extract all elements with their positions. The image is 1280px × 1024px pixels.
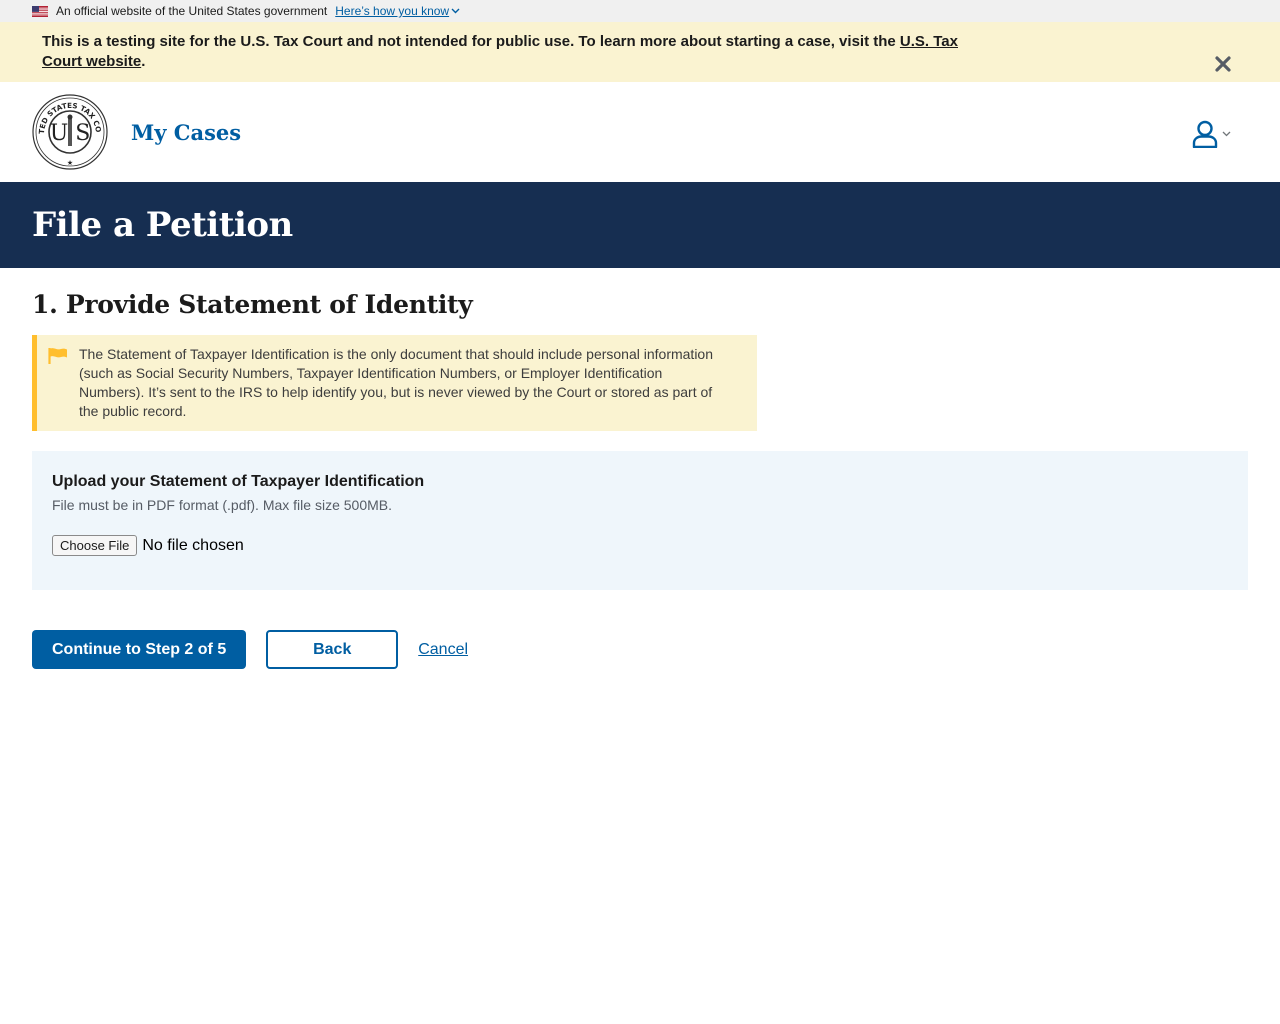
- close-alert-button[interactable]: [1213, 54, 1233, 74]
- warning-text: The Statement of Taxpayer Identification…: [79, 346, 714, 419]
- continue-button[interactable]: Continue to Step 2 of 5: [32, 630, 247, 669]
- page-title: File a Petition: [32, 205, 293, 245]
- chevron-down-icon: [451, 8, 460, 14]
- upload-label: Upload your Statement of Taxpayer Identi…: [52, 473, 425, 490]
- upload-hint: File must be in PDF format (.pdf). Max f…: [52, 497, 392, 513]
- heres-how-you-know-label: Here’s how you know: [335, 4, 450, 18]
- tax-court-seal-logo[interactable]: UNITED STATES TAX COURT U S ★: [32, 94, 108, 170]
- close-icon: [1215, 56, 1231, 72]
- identity-warning-alert: The Statement of Taxpayer Identification…: [32, 335, 757, 431]
- user-account-menu[interactable]: [1192, 120, 1231, 148]
- cancel-link[interactable]: Cancel: [418, 641, 468, 659]
- step-heading: 1. Provide Statement of Identity: [32, 290, 473, 319]
- svg-text:★: ★: [67, 159, 73, 167]
- upload-section: Upload your Statement of Taxpayer Identi…: [32, 451, 1248, 590]
- heres-how-you-know-link[interactable]: Here’s how you know: [335, 4, 460, 18]
- main-content: 1. Provide Statement of Identity: [0, 290, 1280, 319]
- user-icon: [1192, 120, 1218, 148]
- testing-alert-text: This is a testing site for the U.S. Tax …: [42, 33, 900, 50]
- testing-alert-suffix: .: [141, 53, 146, 70]
- us-flag-icon: [32, 5, 48, 17]
- page-title-band: File a Petition: [0, 182, 1280, 268]
- testing-site-alert: This is a testing site for the U.S. Tax …: [0, 22, 1280, 82]
- gov-banner: An official website of the United States…: [0, 0, 1280, 22]
- flag-icon: [48, 348, 67, 364]
- form-actions: Continue to Step 2 of 5 Back Cancel: [32, 630, 468, 669]
- choose-file-button[interactable]: Choose File: [52, 535, 138, 556]
- file-input[interactable]: Choose File No file chosen: [52, 535, 1228, 556]
- my-cases-link[interactable]: My Cases: [131, 120, 241, 145]
- gov-banner-text: An official website of the United States…: [56, 4, 328, 18]
- site-header: UNITED STATES TAX COURT U S ★ My Cases: [0, 82, 1280, 182]
- file-status: No file chosen: [142, 536, 244, 554]
- chevron-down-icon: [1222, 131, 1231, 137]
- back-button[interactable]: Back: [266, 630, 399, 669]
